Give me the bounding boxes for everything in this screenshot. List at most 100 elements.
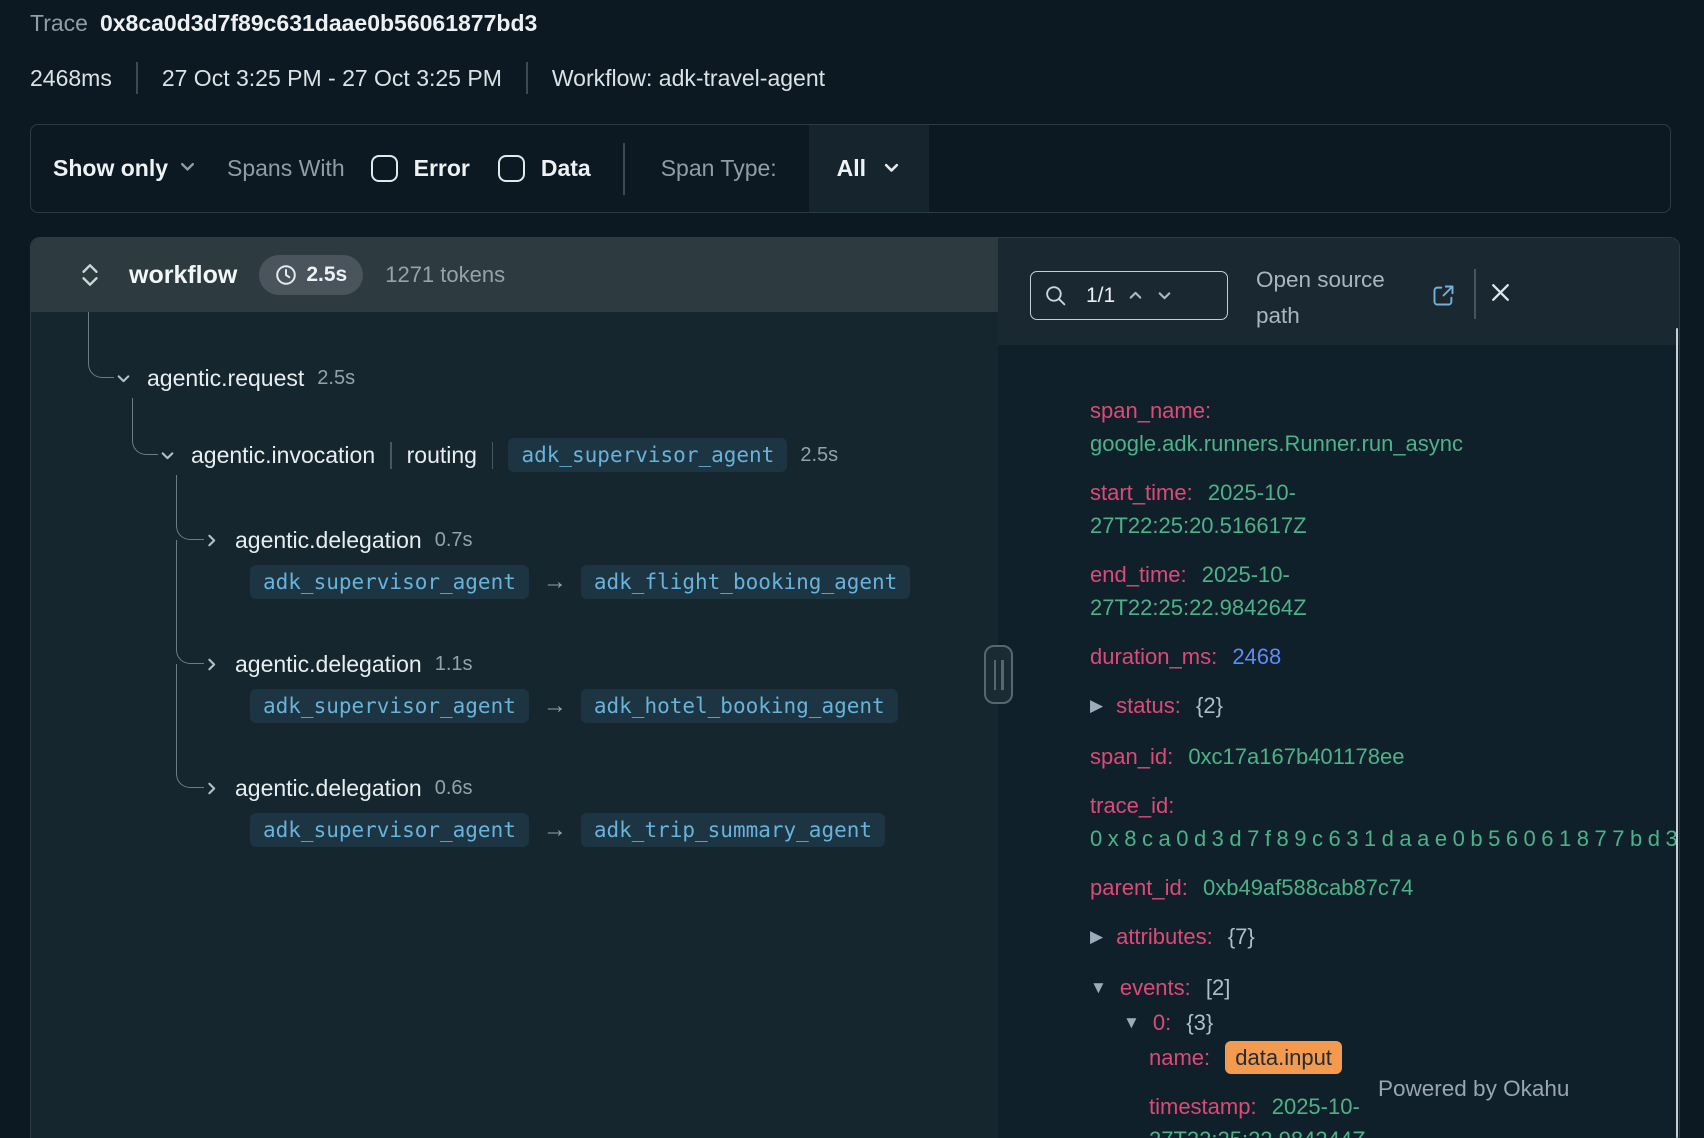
- agent-chip-from[interactable]: adk_supervisor_agent: [250, 565, 529, 599]
- span-row-delegation-3[interactable]: agentic.delegation 0.6s: [203, 768, 473, 808]
- close-icon[interactable]: [1488, 280, 1513, 305]
- data-checkbox-label: Data: [541, 155, 591, 182]
- meta-divider: [136, 62, 138, 94]
- agent-chip-to[interactable]: adk_flight_booking_agent: [581, 565, 910, 599]
- trace-viewer-page: Trace 0x8ca0d3d7f89c631daae0b56061877bd3…: [0, 0, 1704, 1138]
- delegation-agents-2: adk_supervisor_agent → adk_hotel_booking…: [250, 689, 898, 723]
- trace-label: Trace: [30, 10, 88, 37]
- json-field-span-id: span_id: 0xc17a167b401178ee: [1090, 740, 1679, 773]
- arrow-right-icon: →: [543, 816, 567, 844]
- workflow-token-count: 1271 tokens: [385, 262, 505, 288]
- span-name: agentic.delegation: [235, 651, 422, 678]
- filter-bar: Show only Spans With Error Data Span Typ…: [30, 124, 1671, 213]
- arrow-right-icon: →: [543, 568, 567, 596]
- detail-scrollbar[interactable]: [1676, 328, 1679, 1138]
- meta-divider: [526, 62, 528, 94]
- chevron-down-icon[interactable]: [115, 370, 132, 387]
- arrow-right-icon: →: [543, 692, 567, 720]
- span-name: agentic.invocation: [191, 442, 375, 469]
- json-field-duration-ms: duration_ms: 2468: [1090, 640, 1679, 673]
- search-icon: [1044, 284, 1067, 307]
- trace-time-range: 27 Oct 3:25 PM - 27 Oct 3:25 PM: [162, 65, 502, 92]
- agent-chip-to[interactable]: adk_hotel_booking_agent: [581, 689, 898, 723]
- json-field-trace-id: trace_id: 0x8ca0d3d7f89c631daae0b5606187…: [1090, 789, 1679, 855]
- delegation-agents-3: adk_supervisor_agent → adk_trip_summary_…: [250, 813, 885, 847]
- chevron-right-icon[interactable]: [203, 656, 220, 673]
- delegation-agents-1: adk_supervisor_agent → adk_flight_bookin…: [250, 565, 910, 599]
- collapsed-triangle-icon[interactable]: ▶: [1090, 689, 1103, 722]
- open-source-path-button[interactable]: Open source path: [1256, 262, 1426, 334]
- pane-resize-handle[interactable]: [984, 645, 1013, 704]
- filter-divider: [623, 143, 625, 195]
- chevron-right-icon[interactable]: [203, 532, 220, 549]
- span-row-delegation-2[interactable]: agentic.delegation 1.1s: [203, 644, 473, 684]
- search-highlight-value: data.input: [1225, 1041, 1342, 1074]
- span-duration: 0.6s: [435, 777, 473, 800]
- span-duration: 2.5s: [317, 367, 355, 390]
- row-divider: [390, 442, 392, 469]
- trace-workflow-name: Workflow: adk-travel-agent: [552, 65, 825, 92]
- span-duration: 0.7s: [435, 529, 473, 552]
- workflow-duration: 2.5s: [306, 263, 347, 287]
- show-only-label: Show only: [53, 155, 168, 182]
- header-divider: [1474, 269, 1476, 319]
- trace-id-value: 0x8ca0d3d7f89c631daae0b56061877bd3: [100, 10, 537, 37]
- search-match-count: 1/1: [1086, 284, 1115, 308]
- chevron-down-icon[interactable]: [159, 447, 176, 464]
- collapsed-triangle-icon[interactable]: ▶: [1090, 920, 1103, 953]
- detail-search-input[interactable]: 1/1: [1030, 271, 1228, 320]
- json-field-event-timestamp: timestamp: 2025-10- 27T22:25:22.984244Z: [1090, 1090, 1679, 1138]
- workflow-header: workflow 2.5s 1271 tokens: [31, 238, 998, 312]
- chevron-down-icon: [178, 155, 197, 182]
- span-type-label: Span Type:: [661, 155, 777, 182]
- page-title: Trace 0x8ca0d3d7f89c631daae0b56061877bd3: [30, 10, 537, 37]
- span-duration: 2.5s: [800, 444, 838, 467]
- span-name: agentic.request: [147, 365, 304, 392]
- workflow-title: workflow: [129, 261, 237, 290]
- agent-chip-from[interactable]: adk_supervisor_agent: [250, 689, 529, 723]
- json-field-attributes: ▶attributes: {7}: [1090, 920, 1679, 955]
- tree-connector: [132, 398, 158, 455]
- external-link-icon[interactable]: [1430, 282, 1457, 309]
- json-field-events: ▼events: [2]: [1090, 971, 1679, 1006]
- chevron-right-icon[interactable]: [203, 780, 220, 797]
- agent-chip-to[interactable]: adk_trip_summary_agent: [581, 813, 885, 847]
- span-duration: 1.1s: [435, 653, 473, 676]
- trace-duration: 2468ms: [30, 65, 112, 92]
- span-type-value: All: [837, 155, 866, 182]
- tree-connector: [176, 475, 204, 540]
- json-field-status: ▶status: {2}: [1090, 689, 1679, 724]
- error-checkbox[interactable]: [371, 155, 398, 182]
- span-detail-pane: 1/1 Open source path: [998, 238, 1679, 1138]
- detail-header: 1/1 Open source path: [998, 238, 1679, 345]
- tree-connector: [176, 664, 204, 788]
- trace-panel: workflow 2.5s 1271 tokens a: [30, 237, 1680, 1138]
- span-row-request[interactable]: agentic.request 2.5s: [115, 358, 355, 398]
- json-field-start-time: start_time: 2025-10- 27T22:25:20.516617Z: [1090, 476, 1679, 542]
- span-row-invocation[interactable]: agentic.invocation routing adk_superviso…: [159, 435, 838, 475]
- search-next-button[interactable]: [1156, 287, 1173, 304]
- show-only-dropdown[interactable]: Show only: [53, 155, 197, 182]
- expand-collapse-all-icon[interactable]: [79, 261, 101, 289]
- data-checkbox[interactable]: [498, 155, 525, 182]
- expanded-triangle-icon[interactable]: ▼: [1090, 971, 1107, 1004]
- json-field-span-name: span_name: google.adk.runners.Runner.run…: [1090, 394, 1679, 460]
- agent-chip-from[interactable]: adk_supervisor_agent: [250, 813, 529, 847]
- expanded-triangle-icon[interactable]: ▼: [1123, 1006, 1140, 1039]
- search-prev-button[interactable]: [1127, 287, 1144, 304]
- chevron-down-icon: [882, 158, 901, 180]
- span-name: agentic.delegation: [235, 527, 422, 554]
- span-tree-pane: workflow 2.5s 1271 tokens a: [31, 238, 998, 1138]
- span-type-select[interactable]: All: [809, 125, 929, 212]
- span-row-delegation-1[interactable]: agentic.delegation 0.7s: [203, 520, 473, 560]
- span-route-type: routing: [407, 442, 477, 469]
- tree-connector: [176, 540, 204, 664]
- span-name: agentic.delegation: [235, 775, 422, 802]
- trace-meta-row: 2468ms 27 Oct 3:25 PM - 27 Oct 3:25 PM W…: [30, 62, 825, 94]
- clock-icon: [275, 264, 297, 286]
- row-divider: [492, 442, 494, 469]
- agent-chip-supervisor[interactable]: adk_supervisor_agent: [508, 438, 787, 472]
- workflow-duration-badge: 2.5s: [259, 255, 363, 295]
- spans-with-label: Spans With: [227, 155, 345, 182]
- json-field-parent-id: parent_id: 0xb49af588cab87c74: [1090, 871, 1679, 904]
